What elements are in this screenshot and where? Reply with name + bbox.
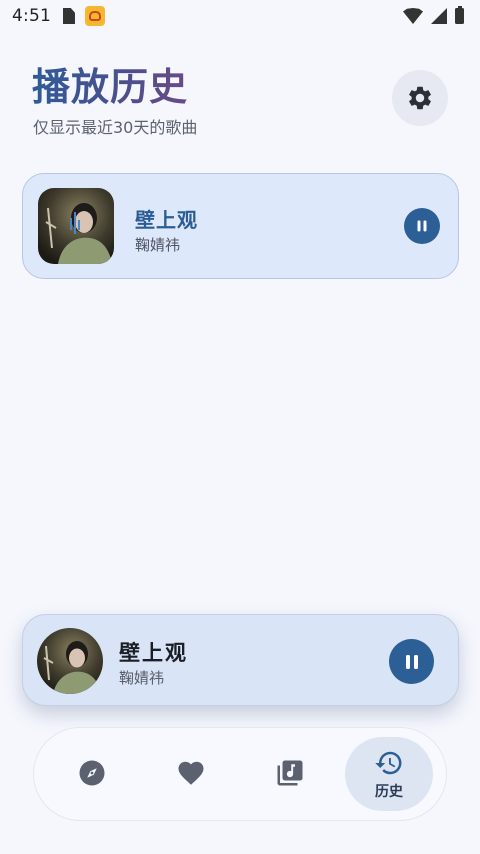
pause-button[interactable]	[404, 208, 440, 244]
status-time: 4:51	[12, 6, 51, 26]
album-cover	[38, 188, 114, 264]
bottom-nav: 历史	[33, 727, 447, 821]
wifi-icon	[403, 8, 423, 24]
pause-icon	[405, 654, 418, 669]
pause-icon	[417, 220, 427, 232]
music-library-icon	[277, 760, 303, 785]
nav-item-library[interactable]	[246, 737, 334, 811]
mini-player-title: 壁上观	[119, 641, 188, 665]
cell-signal-icon	[431, 8, 447, 24]
nav-item-favorites[interactable]	[147, 737, 235, 811]
heart-icon	[178, 761, 204, 785]
gear-icon	[409, 86, 431, 110]
page-title: 播放历史	[32, 62, 188, 112]
history-item-card[interactable]: 壁上观 鞠婧祎	[22, 173, 459, 279]
nav-item-history[interactable]: 历史	[345, 737, 433, 811]
app-notification-icon	[84, 6, 105, 26]
compass-icon	[79, 760, 105, 785]
mini-player-cover	[37, 628, 103, 694]
song-artist: 鞠婧祎	[135, 236, 181, 254]
status-bar: 4:51	[0, 0, 480, 32]
history-icon	[375, 751, 402, 774]
settings-button[interactable]	[392, 70, 448, 126]
page-subtitle: 仅显示最近30天的歌曲	[33, 118, 198, 137]
nav-item-discover[interactable]	[48, 737, 136, 811]
song-title: 壁上观	[135, 208, 198, 232]
nav-label-history: 历史	[375, 783, 403, 800]
mini-player-pause-button[interactable]	[389, 639, 434, 684]
battery-icon	[455, 6, 464, 24]
mini-player[interactable]: 壁上观 鞠婧祎	[22, 614, 459, 706]
sim-card-icon	[62, 8, 75, 24]
mini-player-artist: 鞠婧祎	[119, 669, 165, 687]
